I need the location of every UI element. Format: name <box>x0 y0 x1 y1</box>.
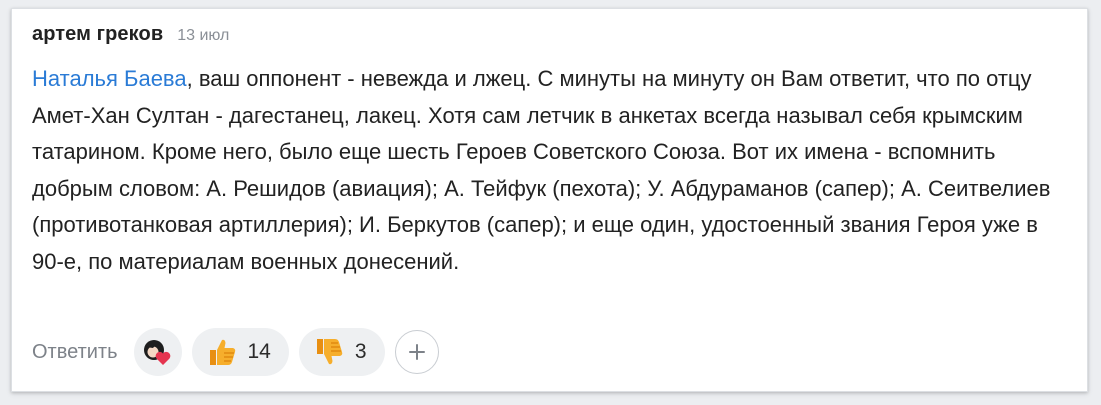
like-button[interactable]: 14 <box>191 328 289 376</box>
comment-body: , ваш оппонент - невежда и лжец. С минут… <box>32 66 1051 274</box>
reply-button[interactable]: Ответить <box>32 341 118 364</box>
avatar-heart-icon <box>143 340 170 365</box>
author-name[interactable]: артем греков <box>32 23 163 46</box>
comment-card: артем греков 13 июл Наталья Баева, ваш о… <box>11 8 1088 392</box>
like-count: 14 <box>247 340 271 363</box>
comment-date: 13 июл <box>177 27 230 44</box>
mention-link[interactable]: Наталья Баева <box>32 66 187 91</box>
plus-icon <box>408 344 425 360</box>
reactions-avatar[interactable] <box>133 328 182 376</box>
add-reaction-button[interactable] <box>394 330 439 374</box>
comment-text: Наталья Баева, ваш оппонент - невежда и … <box>32 61 1072 280</box>
comment-actions: Ответить 14 3 <box>32 327 439 377</box>
thumbs-up-icon <box>209 339 235 365</box>
thumbs-down-icon <box>316 339 343 365</box>
dislike-button[interactable]: 3 <box>298 328 385 376</box>
comment-header: артем греков 13 июл <box>32 23 229 46</box>
dislike-count: 3 <box>354 340 367 363</box>
